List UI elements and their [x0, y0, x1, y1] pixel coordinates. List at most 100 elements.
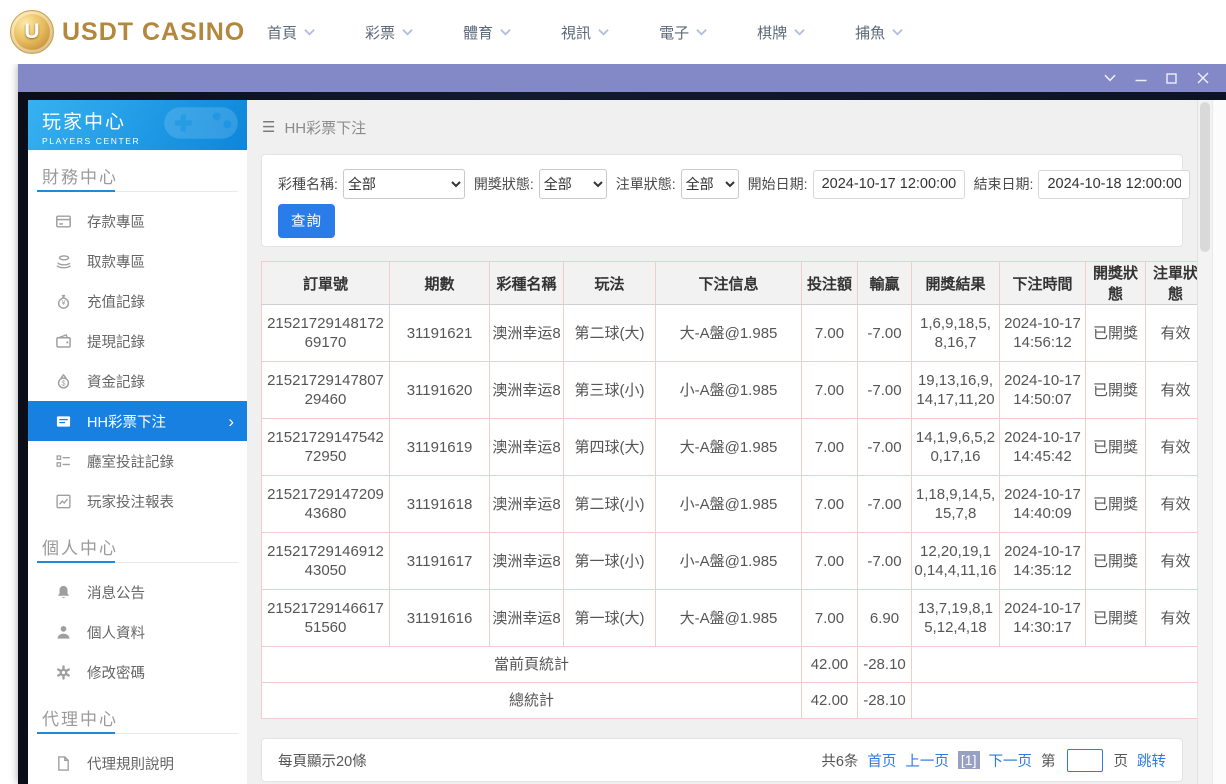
minimize-icon[interactable]: [1125, 64, 1156, 92]
sidebar-item-room-bet-record[interactable]: 廳室投註記錄: [28, 441, 247, 481]
nav-item-cards[interactable]: 棋牌: [757, 22, 805, 43]
table-cell: 2024-10-17 14:56:12: [1000, 305, 1086, 362]
page-size-text: 每頁顯示20條: [278, 750, 367, 771]
lottery-bet-icon: [55, 413, 72, 430]
sidebar-item-withdraw[interactable]: 取款專區: [28, 241, 247, 281]
chevron-down-icon: [696, 28, 707, 36]
nav-item-lottery[interactable]: 彩票: [365, 22, 413, 43]
sidebar-item-hh-lottery-bets[interactable]: HH彩票下注›: [28, 401, 247, 441]
nav-item-video[interactable]: 視訊: [561, 22, 609, 43]
summary-bet-total: 42.00: [802, 647, 858, 683]
room-bet-record-icon: [55, 453, 72, 470]
maximize-icon[interactable]: [1156, 64, 1187, 92]
site-topbar: U USDT CASINO 首頁 彩票 體育 視訊 電子 棋牌 捕魚: [0, 0, 1226, 64]
window-body: 玩家中心 PLAYERS CENTER 財務中心存款專區取款專區¥充值記錄提: [18, 92, 1226, 784]
draw-status-label: 開獎狀態:: [474, 174, 534, 194]
chevron-down-icon: [598, 28, 609, 36]
table-cell: 1,18,9,14,5,15,7,8: [912, 476, 1000, 533]
summary-empty: [912, 647, 1198, 683]
end-date-input[interactable]: [1038, 170, 1190, 199]
document-icon: [55, 755, 72, 772]
sidebar-header: 玩家中心 PLAYERS CENTER: [28, 100, 247, 150]
nav-item-sports[interactable]: 體育: [463, 22, 511, 43]
table-cell: 14,1,9,6,5,20,17,16: [912, 419, 1000, 476]
table-cell: 2024-10-17 14:30:17: [1000, 590, 1086, 647]
vertical-scrollbar[interactable]: [1197, 100, 1212, 784]
sidebar-item-funds-record[interactable]: $資金記錄: [28, 361, 247, 401]
site-logo[interactable]: U USDT CASINO: [10, 10, 236, 54]
summary-winloss-total: -28.10: [858, 647, 912, 683]
sidebar-item-change-password[interactable]: 修改密碼: [28, 652, 247, 692]
table-cell: 小-A盤@1.985: [656, 533, 802, 590]
current-page-badge: [1]: [958, 751, 980, 769]
table-cell: 小-A盤@1.985: [656, 476, 802, 533]
sidebar-item-label: 提現記錄: [87, 331, 145, 352]
summary-bet-total: 42.00: [802, 683, 858, 719]
next-page-link[interactable]: 下一页: [989, 750, 1033, 771]
chevron-down-icon: [500, 28, 511, 36]
draw-status-select[interactable]: 全部: [539, 169, 607, 199]
close-icon[interactable]: [1187, 64, 1218, 92]
hamburger-icon[interactable]: ☰: [262, 118, 275, 136]
filter-panel: 彩種名稱: 全部 開獎狀態: 全部 注單狀態: 全: [261, 154, 1183, 247]
table-cell: 大-A盤@1.985: [656, 590, 802, 647]
sidebar-item-label: 充值記錄: [87, 291, 145, 312]
table-cell: 7.00: [802, 305, 858, 362]
section-divider: [37, 733, 238, 734]
table-cell: 第三球(小): [564, 362, 656, 419]
lottery-name-select[interactable]: 全部: [343, 169, 465, 199]
nav-item-fishing[interactable]: 捕魚: [855, 22, 903, 43]
table-cell: 19,13,16,9,14,17,11,20: [912, 362, 1000, 419]
nav-item-label: 首頁: [267, 22, 297, 43]
table-cell: 澳洲幸运8: [490, 305, 564, 362]
table-cell: 有效: [1146, 476, 1198, 533]
column-header: 開獎結果: [912, 262, 1000, 305]
total-count-text: 共6条: [821, 750, 858, 771]
sidebar-item-label: 代理規則說明: [87, 753, 174, 774]
sidebar-section-title: 代理中心: [28, 692, 247, 725]
column-header: 開獎狀態: [1086, 262, 1146, 305]
sidebar-item-withdraw-record[interactable]: 提現記錄: [28, 321, 247, 361]
svg-text:¥: ¥: [62, 300, 66, 307]
nav-item-home[interactable]: 首頁: [267, 22, 315, 43]
sidebar-item-label: 資金記錄: [87, 371, 145, 392]
bets-table-card: 訂單號期數彩種名稱玩法下注信息投注額輸贏開獎結果下注時間開獎狀態注單狀態2152…: [261, 261, 1183, 719]
table-cell: 大-A盤@1.985: [656, 419, 802, 476]
sidebar-item-label: 廳室投註記錄: [87, 451, 174, 472]
chevron-down-icon: [794, 28, 805, 36]
sidebar-item-player-bet-report[interactable]: 玩家投注報表: [28, 481, 247, 521]
page-jump-input[interactable]: [1067, 749, 1103, 772]
column-header: 彩種名稱: [490, 262, 564, 305]
sidebar-item-messages[interactable]: 消息公告: [28, 572, 247, 612]
sidebar-item-deposit[interactable]: 存款專區: [28, 201, 247, 241]
search-button[interactable]: 查詢: [278, 204, 335, 238]
sidebar-item-label: 修改密碼: [87, 662, 145, 683]
nav-item-slots[interactable]: 電子: [659, 22, 707, 43]
jump-button[interactable]: 跳转: [1137, 750, 1166, 771]
bet-status-select[interactable]: 全部: [681, 169, 739, 199]
nav-item-label: 捕魚: [855, 22, 885, 43]
scrollbar-thumb[interactable]: [1200, 102, 1210, 252]
table-cell: 已開獎: [1086, 419, 1146, 476]
table-row: 215217291466175156031191616澳洲幸运8第一球(大)大-…: [262, 590, 1198, 647]
start-date-input[interactable]: [813, 170, 965, 199]
sidebar-item-profile[interactable]: 個人資料: [28, 612, 247, 652]
prev-page-link[interactable]: 上一页: [905, 750, 949, 771]
nav-item-label: 視訊: [561, 22, 591, 43]
bet-status-label: 注單狀態:: [616, 174, 676, 194]
sidebar-item-label: 玩家投注報表: [87, 491, 174, 512]
withdraw-icon: [55, 253, 72, 270]
table-cell: 2152172914780729460: [262, 362, 390, 419]
sidebar-item-recharge-record[interactable]: ¥ 充值記錄: [28, 281, 247, 321]
collapse-icon[interactable]: [1094, 64, 1125, 92]
bell-icon: [55, 584, 72, 601]
table-row: 215217291481726917031191621澳洲幸运8第二球(大)大-…: [262, 305, 1198, 362]
column-header: 玩法: [564, 262, 656, 305]
first-page-link[interactable]: 首页: [867, 750, 896, 771]
sidebar-item-agent-rules[interactable]: 代理規則說明: [28, 743, 247, 783]
table-cell: 澳洲幸运8: [490, 419, 564, 476]
table-cell: 第二球(小): [564, 476, 656, 533]
summary-empty: [912, 683, 1198, 719]
site-logo-text: USDT CASINO: [62, 18, 245, 47]
start-date-label: 開始日期:: [748, 174, 808, 194]
